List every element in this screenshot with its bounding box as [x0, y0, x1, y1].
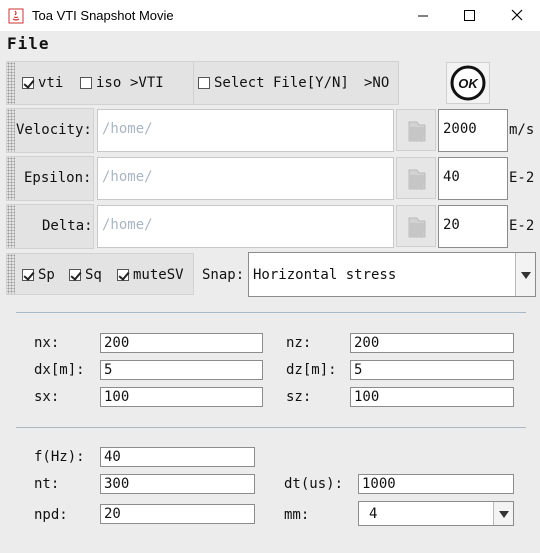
nz-label: nz:: [286, 335, 312, 351]
dx-label: dx[m]:: [34, 362, 85, 378]
sp-checkbox-box[interactable]: [22, 269, 34, 281]
mm-label: mm:: [284, 507, 310, 523]
chevron-down-icon[interactable]: [493, 502, 513, 525]
toolbar-grip[interactable]: [7, 254, 15, 294]
select-file-label: Select File[Y/N]: [214, 75, 349, 91]
epsilon-path-input[interactable]: /home/: [97, 157, 394, 200]
mutesv-checkbox[interactable]: muteSV: [117, 267, 184, 283]
dz-input[interactable]: 5: [350, 360, 514, 380]
sq-label: Sq: [85, 267, 102, 283]
chevron-down-icon[interactable]: [515, 253, 535, 296]
maximize-icon: [464, 10, 475, 21]
mutesv-label: muteSV: [133, 267, 184, 283]
vti-checkbox-box[interactable]: [22, 77, 34, 89]
iso-checkbox-box[interactable]: [80, 77, 92, 89]
toolbar-grip[interactable]: [7, 205, 15, 248]
menu-file[interactable]: File: [7, 34, 50, 53]
dz-label: dz[m]:: [286, 362, 337, 378]
ok-icon: OK: [450, 65, 486, 101]
dx-input[interactable]: 5: [100, 360, 263, 380]
npd-label: npd:: [34, 507, 68, 523]
snap-select[interactable]: Horizontal stress: [248, 252, 536, 297]
nt-input[interactable]: 300: [100, 474, 255, 494]
select-file-value: >NO: [364, 75, 390, 91]
folder-icon: [408, 217, 426, 238]
nz-input[interactable]: 200: [350, 333, 514, 353]
sz-label: sz:: [286, 389, 312, 405]
epsilon-browse-button[interactable]: [396, 157, 436, 199]
delta-value-input[interactable]: 20: [438, 205, 508, 248]
snap-selected-value: Horizontal stress: [253, 266, 397, 283]
delta-unit: E-2: [509, 218, 535, 234]
separator: [16, 427, 526, 428]
iso-label: iso: [96, 75, 122, 91]
sp-label: Sp: [38, 267, 55, 283]
minimize-icon: [418, 15, 428, 17]
snap-label: Snap:: [202, 267, 245, 283]
epsilon-value-input[interactable]: 40: [438, 157, 508, 200]
velocity-label: Velocity:: [16, 122, 92, 138]
dt-input[interactable]: 1000: [358, 474, 514, 494]
sq-checkbox-box[interactable]: [69, 269, 81, 281]
window-title: Toa VTI Snapshot Movie: [32, 8, 174, 23]
nt-label: nt:: [34, 476, 60, 492]
title-bar: Toa VTI Snapshot Movie: [0, 0, 540, 31]
f-input[interactable]: 40: [100, 447, 255, 467]
maximize-button[interactable]: [446, 0, 492, 31]
mode-indicator: >VTI: [130, 75, 164, 91]
npd-input[interactable]: 20: [100, 504, 255, 524]
mm-selected-value: 4: [369, 505, 378, 522]
delta-path-input[interactable]: /home/: [97, 205, 394, 248]
delta-browse-button[interactable]: [396, 205, 436, 247]
sq-checkbox[interactable]: Sq: [69, 267, 102, 283]
velocity-path-input[interactable]: /home/: [97, 109, 394, 152]
toolbar-grip[interactable]: [7, 62, 15, 104]
f-label: f(Hz):: [34, 449, 85, 465]
toolbar-grip[interactable]: [7, 157, 15, 200]
sz-input[interactable]: 100: [350, 387, 514, 407]
minimize-button[interactable]: [400, 0, 446, 31]
epsilon-unit: E-2: [509, 170, 535, 186]
folder-icon: [408, 121, 426, 142]
separator: [16, 312, 526, 313]
velocity-unit: m/s: [509, 122, 535, 138]
nx-label: nx:: [34, 335, 60, 351]
nx-input[interactable]: 200: [100, 333, 263, 353]
mutesv-checkbox-box[interactable]: [117, 269, 129, 281]
close-button[interactable]: [494, 0, 540, 31]
mm-select[interactable]: 4: [358, 501, 514, 526]
menu-bar: File: [0, 31, 540, 57]
sx-input[interactable]: 100: [100, 387, 263, 407]
select-file-checkbox-box[interactable]: [198, 77, 210, 89]
ok-label: OK: [458, 76, 479, 91]
select-file-checkbox[interactable]: Select File[Y/N]: [198, 75, 349, 91]
sp-checkbox[interactable]: Sp: [22, 267, 55, 283]
sx-label: sx:: [34, 389, 60, 405]
folder-icon: [408, 169, 426, 190]
ok-button[interactable]: OK: [446, 62, 490, 104]
iso-checkbox[interactable]: iso: [80, 75, 121, 91]
toolbar-grip[interactable]: [7, 109, 15, 152]
vti-checkbox[interactable]: vti: [22, 75, 63, 91]
vti-label: vti: [38, 75, 64, 91]
delta-label: Delta:: [42, 218, 93, 234]
java-app-icon: [8, 8, 24, 24]
epsilon-label: Epsilon:: [24, 170, 92, 186]
dt-label: dt(us):: [284, 476, 344, 492]
velocity-browse-button[interactable]: [396, 109, 436, 151]
velocity-value-input[interactable]: 2000: [438, 109, 508, 152]
close-icon: [511, 9, 523, 21]
